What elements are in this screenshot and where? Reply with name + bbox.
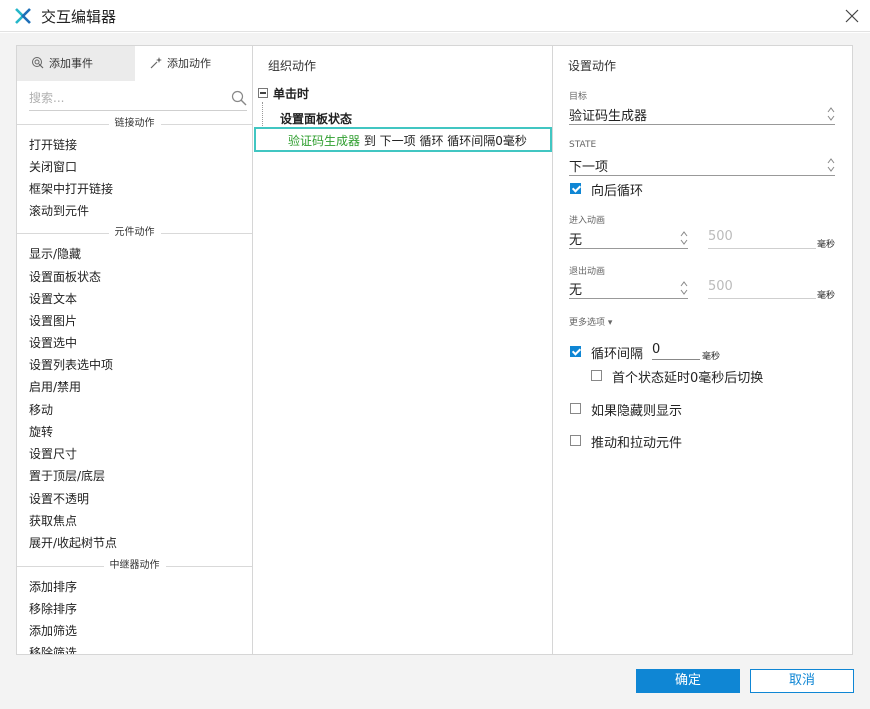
list-item[interactable]: 移除筛选 (29, 645, 77, 654)
collapse-icon[interactable] (258, 88, 268, 98)
target-label: 目标 (569, 92, 588, 102)
repeat-interval-checkbox[interactable] (570, 346, 581, 357)
library-tabs: 添加事件 添加动作 (17, 46, 252, 81)
add-action-icon (150, 57, 162, 69)
list-item[interactable]: 添加排序 (29, 579, 77, 595)
spinner-arrows-icon (680, 281, 688, 295)
ok-button[interactable]: 确定 (636, 669, 740, 693)
action-detail: 到 下一项 循环 循环间隔0毫秒 (360, 134, 527, 148)
repeat-interval-value: 0 (652, 342, 661, 357)
target-select[interactable]: 验证码生成器 (569, 103, 835, 125)
section-label: 中继器动作 (103, 560, 166, 571)
panel-title: 设置动作 (568, 59, 617, 73)
section-label: 元件动作 (108, 227, 161, 238)
section-widget-actions: 元件动作 (17, 226, 252, 240)
spinner-arrows-icon (680, 231, 688, 245)
actions-library-panel: 添加事件 添加动作 链接 (17, 46, 253, 654)
ms-unit: 毫秒 (817, 291, 836, 301)
section-label: 链接动作 (108, 118, 161, 129)
anim-in-ms: 500 (708, 229, 733, 244)
list-item[interactable]: 滚动到元件 (29, 203, 89, 219)
list-item[interactable]: 设置不透明 (29, 491, 89, 507)
dialog-body: 添加事件 添加动作 链接 (0, 33, 870, 709)
anim-out-select[interactable]: 无 (569, 277, 688, 299)
add-event-icon (32, 57, 44, 69)
list-item[interactable]: 展开/收起树节点 (29, 535, 117, 551)
search-input[interactable] (29, 87, 219, 109)
anim-in-select[interactable]: 无 (569, 227, 688, 249)
list-item[interactable]: 设置选中 (29, 335, 77, 351)
show-if-hidden-label: 如果隐藏则显示 (591, 404, 683, 419)
list-item[interactable]: 启用/禁用 (29, 379, 81, 395)
tab-add-event[interactable]: 添加事件 (17, 46, 135, 81)
state-value: 下一项 (569, 160, 609, 175)
list-item[interactable]: 置于顶层/底层 (29, 468, 105, 484)
anim-in-value: 无 (569, 233, 583, 248)
list-item[interactable]: 添加筛选 (29, 623, 77, 639)
list-item[interactable]: 设置列表选中项 (29, 357, 113, 373)
action-target: 验证码生成器 (288, 134, 361, 148)
target-value: 验证码生成器 (569, 109, 648, 124)
first-delay-label: 首个状态延时0毫秒后切换 (612, 371, 764, 386)
more-options-toggle[interactable]: 更多选项 ▾ (569, 315, 612, 328)
event-label: 单击时 (273, 87, 310, 101)
panel-title: 组织动作 (268, 59, 317, 73)
anim-out-label: 退出动画 (569, 267, 606, 277)
push-pull-label: 推动和拉动元件 (591, 436, 683, 451)
anim-out-ms: 500 (708, 279, 733, 294)
spinner-arrows-icon (827, 107, 835, 121)
tab-add-action-label: 添加动作 (167, 57, 211, 70)
search-box (29, 87, 247, 111)
list-item[interactable]: 获取焦点 (29, 513, 77, 529)
list-item[interactable]: 移除排序 (29, 601, 77, 617)
push-pull-checkbox[interactable] (570, 435, 581, 446)
repeat-interval-input[interactable]: 0 (652, 342, 700, 360)
list-item[interactable]: 设置图片 (29, 313, 77, 329)
first-delay-checkbox[interactable] (591, 370, 602, 381)
wrap-label: 向后循环 (591, 184, 644, 199)
ms-unit: 毫秒 (702, 352, 721, 362)
list-item[interactable]: 显示/隐藏 (29, 246, 81, 262)
app-logo-icon (15, 8, 31, 24)
editor-frame: 添加事件 添加动作 链接 (16, 45, 853, 655)
anim-out-duration[interactable]: 500 (708, 277, 816, 299)
anim-in-duration[interactable]: 500 (708, 227, 816, 249)
anim-out-value: 无 (569, 283, 583, 298)
title-bar: 交互编辑器 (0, 0, 870, 32)
close-icon[interactable] (842, 6, 862, 26)
list-item[interactable]: 旋转 (29, 424, 53, 440)
case-label[interactable]: 设置面板状态 (280, 110, 352, 127)
configure-action-panel: 设置动作 目标 验证码生成器 STATE 下一项 向后循环 进入动画 无 500… (553, 46, 852, 654)
section-link-actions: 链接动作 (17, 117, 252, 131)
window-title: 交互编辑器 (41, 8, 117, 26)
cancel-button[interactable]: 取消 (750, 669, 854, 693)
list-item[interactable]: 移动 (29, 402, 53, 418)
list-item[interactable]: 设置文本 (29, 291, 77, 307)
spinner-arrows-icon (827, 158, 835, 172)
section-repeater-actions: 中继器动作 (17, 559, 252, 573)
action-text: 验证码生成器 到 下一项 循环 循环间隔0毫秒 (288, 132, 527, 149)
list-item[interactable]: 设置尺寸 (29, 446, 77, 462)
repeat-interval-label: 循环间隔 (591, 347, 644, 362)
ms-unit: 毫秒 (817, 240, 836, 250)
state-label: STATE (569, 140, 597, 150)
list-item[interactable]: 关闭窗口 (29, 159, 77, 175)
wrap-checkbox[interactable] (570, 183, 581, 194)
list-item[interactable]: 框架中打开链接 (29, 181, 113, 197)
selected-action-row[interactable]: 验证码生成器 到 下一项 循环 循环间隔0毫秒 (254, 127, 552, 152)
tab-add-event-label: 添加事件 (49, 57, 93, 70)
list-item[interactable]: 设置面板状态 (29, 269, 101, 285)
search-icon[interactable] (231, 90, 247, 106)
organize-actions-panel: 组织动作 单击时 设置面板状态 验证码生成器 到 下一项 循环 循环间隔0毫秒 (253, 46, 553, 654)
show-if-hidden-checkbox[interactable] (570, 403, 581, 414)
state-select[interactable]: 下一项 (569, 154, 835, 176)
list-item[interactable]: 打开链接 (29, 137, 77, 153)
tab-add-action[interactable]: 添加动作 (135, 46, 252, 81)
anim-in-label: 进入动画 (569, 216, 606, 226)
